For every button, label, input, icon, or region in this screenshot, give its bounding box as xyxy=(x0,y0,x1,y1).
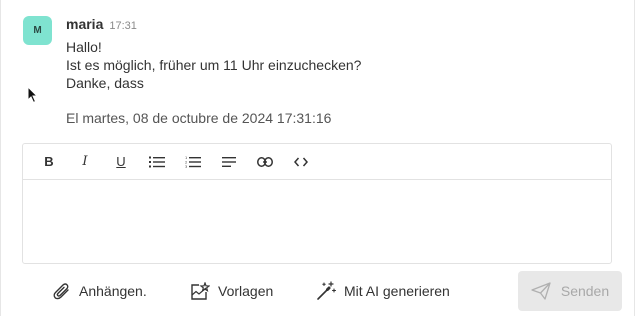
message-line: Danke, dass xyxy=(66,75,144,91)
paperclip-icon xyxy=(53,283,69,300)
avatar: M xyxy=(23,16,52,45)
message-body: Hallo! Ist es möglich, früher um 11 Uhr … xyxy=(66,38,361,92)
templates-icon xyxy=(191,282,210,300)
panel-left-border xyxy=(0,0,1,316)
svg-text:2: 2 xyxy=(185,160,187,164)
send-label: Senden xyxy=(560,283,610,299)
numbered-list-icon: 1 2 3 xyxy=(185,156,201,168)
formatting-toolbar: B I U 1 2 3 xyxy=(23,144,611,180)
code-button[interactable] xyxy=(283,144,319,180)
align-button[interactable] xyxy=(211,144,247,180)
numbered-list-button[interactable]: 1 2 3 xyxy=(175,144,211,180)
code-icon xyxy=(294,157,308,166)
bullet-list-button[interactable] xyxy=(139,144,175,180)
underline-button[interactable]: U xyxy=(103,144,139,180)
bullet-list-icon xyxy=(149,156,165,167)
message-input[interactable] xyxy=(23,180,611,264)
svg-text:1: 1 xyxy=(185,156,187,160)
message-line: Ist es möglich, früher um 11 Uhr einzuch… xyxy=(66,57,362,73)
bold-button[interactable]: B xyxy=(31,144,67,180)
italic-button[interactable]: I xyxy=(67,144,103,180)
attach-label: Anhängen. xyxy=(79,283,147,299)
mouse-pointer-icon xyxy=(27,85,39,109)
templates-button[interactable]: Vorlagen xyxy=(190,270,273,312)
link-icon xyxy=(257,156,273,167)
message-date: El martes, 08 de octubre de 2024 17:31:1… xyxy=(66,110,332,126)
templates-label: Vorlagen xyxy=(218,283,274,299)
svg-text:3: 3 xyxy=(185,165,187,168)
link-button[interactable] xyxy=(247,144,283,180)
panel-right-border xyxy=(634,0,635,316)
message-header: maria 17:31 xyxy=(66,16,137,32)
message-author: maria xyxy=(66,16,104,32)
magic-wand-icon xyxy=(317,281,336,300)
generate-ai-label: Mit AI generieren xyxy=(344,283,450,299)
generate-ai-button[interactable]: Mit AI generieren xyxy=(316,270,450,312)
message-editor: B I U 1 2 3 xyxy=(22,143,612,264)
message-time: 17:31 xyxy=(109,20,137,32)
italic-icon: I xyxy=(82,154,88,169)
attach-button[interactable]: Anhängen. xyxy=(53,270,147,312)
avatar-initial: M xyxy=(33,25,42,36)
send-icon xyxy=(531,282,551,300)
underline-icon: U xyxy=(116,154,126,169)
align-left-icon xyxy=(222,156,236,167)
message-line: Hallo! xyxy=(66,39,102,55)
bold-icon: B xyxy=(44,154,54,169)
send-button[interactable]: Senden xyxy=(518,271,622,311)
